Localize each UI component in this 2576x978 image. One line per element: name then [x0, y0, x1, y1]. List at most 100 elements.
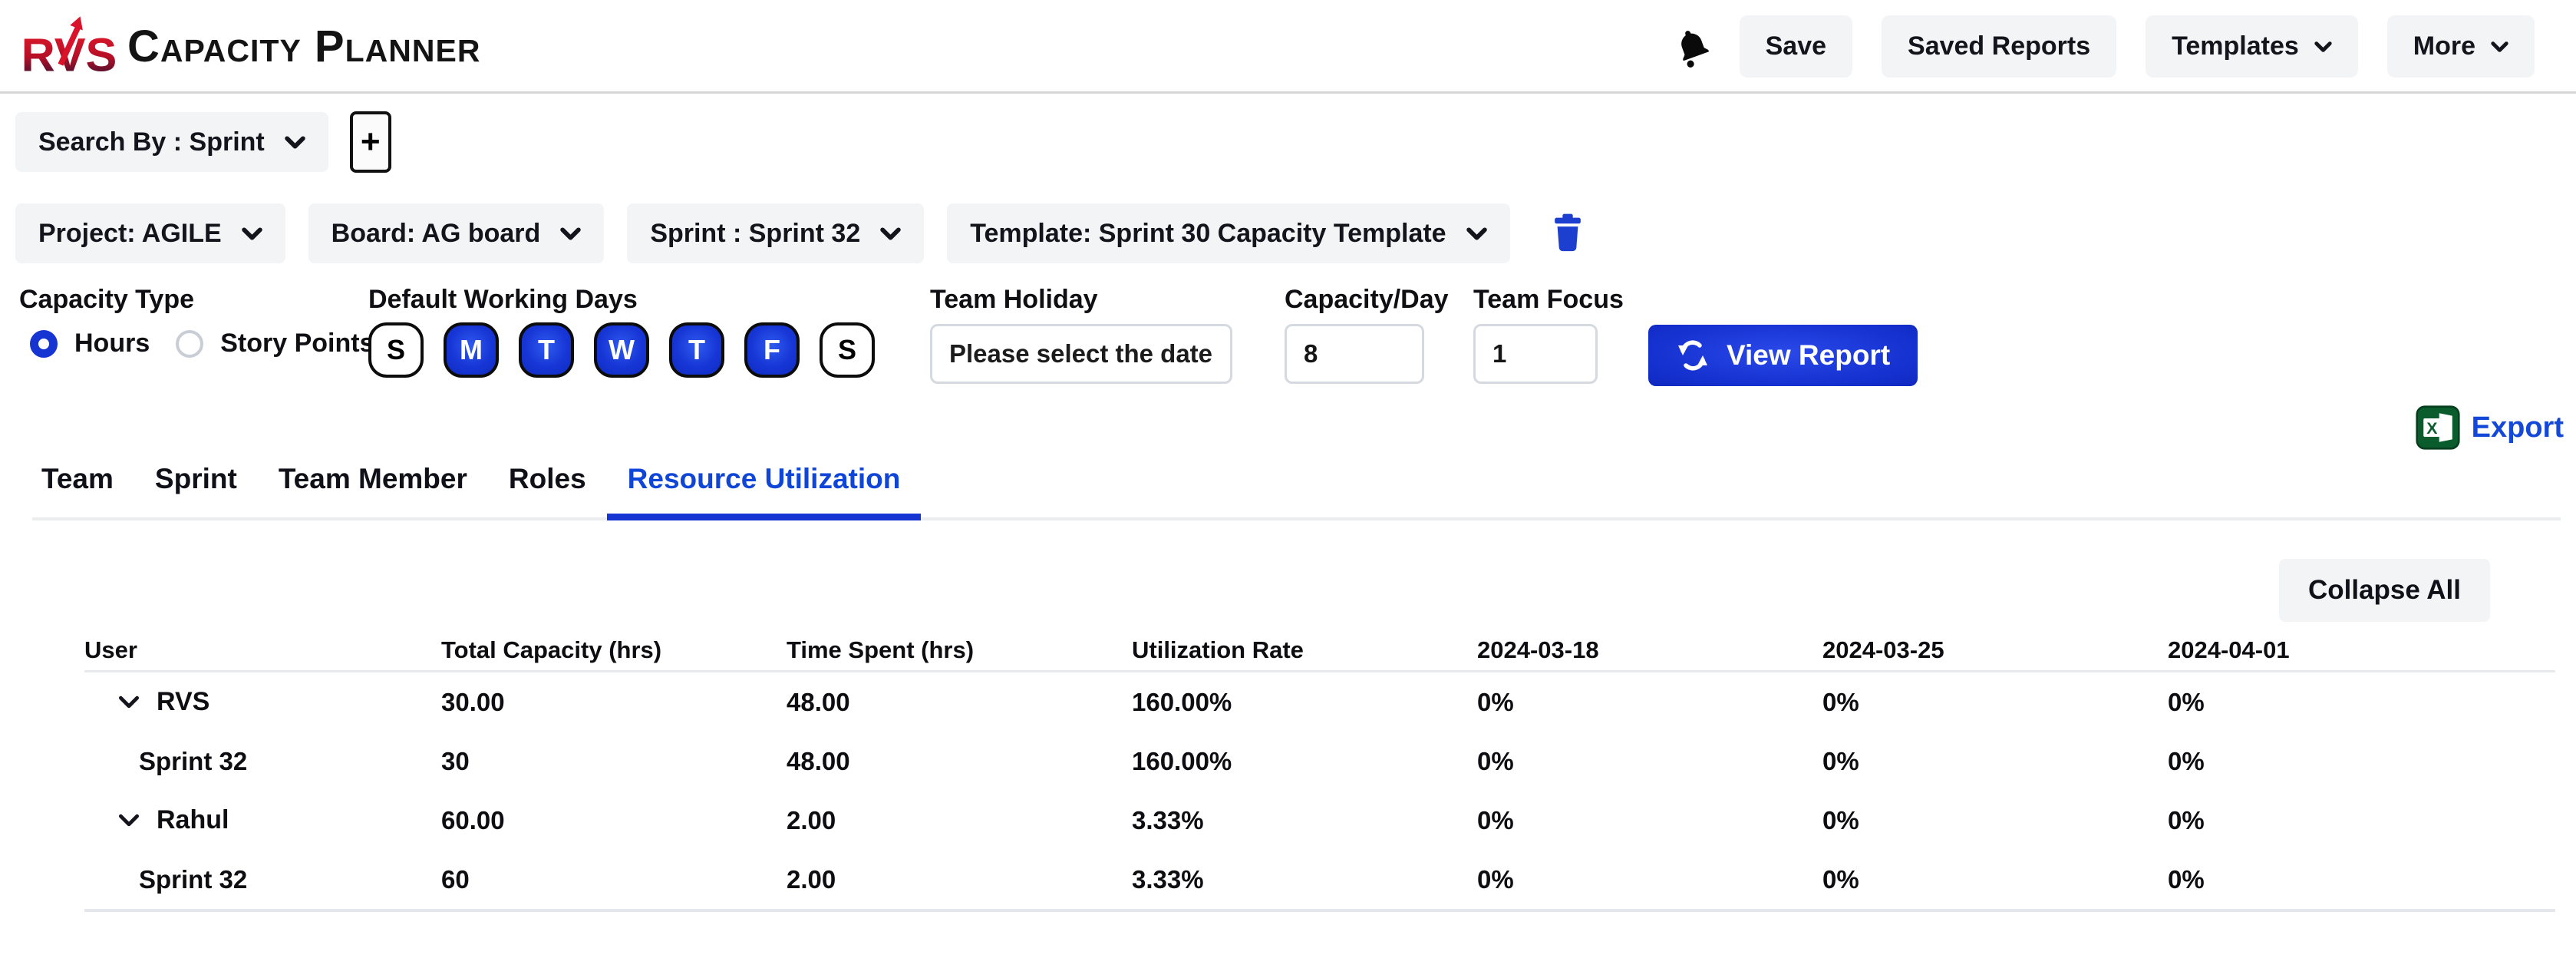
- working-day-button-5[interactable]: F: [744, 322, 800, 378]
- value-cell: 0%: [2168, 806, 2513, 835]
- radio-hours[interactable]: Hours: [30, 329, 150, 358]
- project-label: Project: AGILE: [38, 219, 222, 249]
- working-day-button-6[interactable]: S: [820, 322, 875, 378]
- radio-story-points-label: Story Points: [220, 329, 374, 358]
- user-cell: Sprint 32: [84, 865, 441, 894]
- tabs: TeamSprintTeam MemberRolesResource Utili…: [32, 463, 2561, 520]
- value-cell: 60: [441, 865, 787, 894]
- working-days-buttons: SMTWTFS: [368, 322, 875, 378]
- value-cell: 0%: [1477, 865, 1822, 894]
- tab-resource-utilization[interactable]: Resource Utilization: [607, 463, 922, 520]
- working-day-button-2[interactable]: T: [519, 322, 574, 378]
- working-day-button-1[interactable]: M: [444, 322, 499, 378]
- table-row: Sprint 32602.003.33%0%0%0%: [84, 850, 2555, 909]
- value-cell: 48.00: [787, 747, 1132, 776]
- team-holiday-input[interactable]: [930, 324, 1232, 384]
- radio-story-points[interactable]: Story Points: [176, 329, 374, 358]
- value-cell: 0%: [1477, 688, 1822, 717]
- working-day-button-0[interactable]: S: [368, 322, 424, 378]
- table-body: RVS30.0048.00160.00%0%0%0%Sprint 323048.…: [84, 672, 2555, 912]
- working-days-label: Default Working Days: [368, 285, 875, 315]
- controls-row: Capacity Type Hours Story Points Default…: [0, 285, 2576, 401]
- value-cell: 0%: [1822, 747, 2168, 776]
- working-day-button-4[interactable]: T: [669, 322, 724, 378]
- column-header: User: [84, 636, 441, 664]
- template-dropdown[interactable]: Template: Sprint 30 Capacity Template: [947, 203, 1509, 263]
- saved-reports-label: Saved Reports: [1908, 31, 2090, 61]
- sprint-label: Sprint : Sprint 32: [650, 219, 860, 249]
- board-dropdown[interactable]: Board: AG board: [308, 203, 605, 263]
- save-button[interactable]: Save: [1740, 15, 1852, 78]
- notification-bell-icon[interactable]: [1669, 22, 1715, 71]
- table-row: Sprint 323048.00160.00%0%0%0%: [84, 732, 2555, 791]
- search-row: Search By : Sprint +: [15, 111, 2576, 173]
- saved-reports-button[interactable]: Saved Reports: [1882, 15, 2116, 78]
- more-label: More: [2413, 31, 2475, 61]
- templates-dropdown[interactable]: Templates: [2146, 15, 2358, 78]
- value-cell: 30.00: [441, 688, 787, 717]
- value-cell: 0%: [1822, 865, 2168, 894]
- sprint-dropdown[interactable]: Sprint : Sprint 32: [627, 203, 924, 263]
- value-cell: 48.00: [787, 688, 1132, 717]
- save-label: Save: [1766, 31, 1826, 61]
- value-cell: 60.00: [441, 806, 787, 835]
- tab-sprint[interactable]: Sprint: [134, 463, 258, 520]
- team-holiday-label: Team Holiday: [930, 285, 1232, 315]
- tab-team-member[interactable]: Team Member: [258, 463, 488, 520]
- collapse-all-button[interactable]: Collapse All: [2279, 559, 2490, 622]
- capacity-per-day-input[interactable]: [1285, 324, 1424, 384]
- value-cell: 160.00%: [1132, 747, 1477, 776]
- capacity-type-label: Capacity Type: [19, 285, 374, 315]
- value-cell: 0%: [2168, 747, 2513, 776]
- value-cell: 2.00: [787, 806, 1132, 835]
- user-name: Sprint 32: [139, 865, 247, 894]
- value-cell: 30: [441, 747, 787, 776]
- table-header-row: UserTotal Capacity (hrs)Time Spent (hrs)…: [84, 629, 2555, 672]
- topbar-actions: Save Saved Reports Templates More: [1675, 15, 2535, 78]
- chevron-down-icon[interactable]: [118, 696, 140, 709]
- radio-icon: [176, 330, 203, 358]
- value-cell: 2.00: [787, 865, 1132, 894]
- working-days-group: Default Working Days SMTWTFS: [368, 285, 875, 378]
- value-cell: 0%: [1822, 688, 2168, 717]
- add-search-button[interactable]: +: [350, 111, 391, 173]
- working-day-button-3[interactable]: W: [594, 322, 649, 378]
- search-by-dropdown[interactable]: Search By : Sprint: [15, 112, 328, 172]
- project-dropdown[interactable]: Project: AGILE: [15, 203, 285, 263]
- refresh-icon: [1676, 339, 1710, 372]
- filter-row: Project: AGILE Board: AG board Sprint : …: [15, 203, 2576, 263]
- tab-roles[interactable]: Roles: [488, 463, 607, 520]
- user-cell: Rahul: [84, 805, 441, 835]
- view-report-button[interactable]: View Report: [1648, 325, 1918, 386]
- user-cell: Sprint 32: [84, 747, 441, 776]
- value-cell: 0%: [2168, 865, 2513, 894]
- chevron-down-icon: [2314, 41, 2332, 52]
- team-focus-input[interactable]: [1473, 324, 1598, 384]
- value-cell: 0%: [1477, 747, 1822, 776]
- tab-team[interactable]: Team: [32, 463, 134, 520]
- value-cell: 3.33%: [1132, 806, 1477, 835]
- search-by-label: Search By : Sprint: [38, 127, 265, 157]
- user-name: Rahul: [157, 805, 229, 835]
- capacity-per-day-label: Capacity/Day: [1285, 285, 1449, 315]
- team-holiday-group: Team Holiday: [930, 285, 1232, 384]
- chevron-down-icon[interactable]: [118, 814, 140, 827]
- table-row: Rahul60.002.003.33%0%0%0%: [84, 791, 2555, 850]
- value-cell: 0%: [1477, 806, 1822, 835]
- column-header: Total Capacity (hrs): [441, 636, 787, 664]
- capacity-type-group: Capacity Type Hours Story Points: [19, 285, 374, 358]
- chevron-down-icon: [2491, 41, 2508, 52]
- team-focus-group: Team Focus: [1473, 285, 1624, 384]
- board-label: Board: AG board: [331, 219, 541, 249]
- team-focus-label: Team Focus: [1473, 285, 1624, 315]
- more-dropdown[interactable]: More: [2387, 15, 2535, 78]
- chevron-down-icon: [560, 227, 581, 240]
- delete-template-button[interactable]: [1550, 212, 1585, 256]
- column-header: 2024-03-25: [1822, 636, 2168, 664]
- export-link[interactable]: Export: [2472, 411, 2564, 444]
- export-row: X Export: [0, 405, 2564, 451]
- chevron-down-icon: [1466, 227, 1487, 240]
- collapse-row: Collapse All: [0, 559, 2490, 622]
- user-name: RVS: [157, 687, 209, 717]
- value-cell: 3.33%: [1132, 865, 1477, 894]
